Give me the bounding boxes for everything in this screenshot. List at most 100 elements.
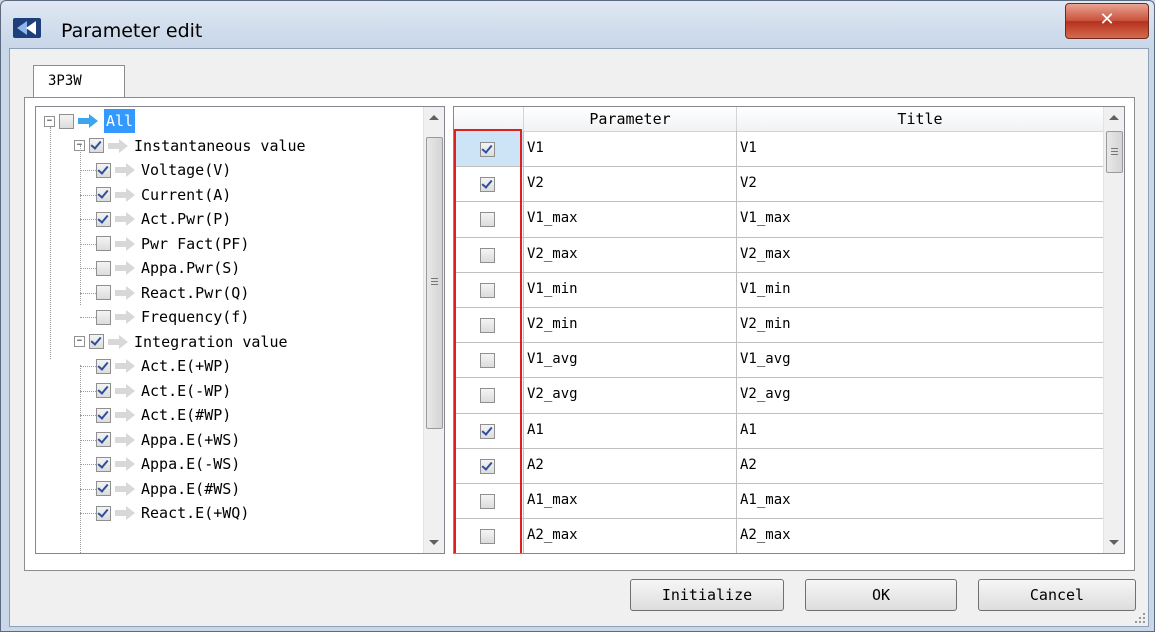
row-checkbox[interactable] <box>480 353 495 369</box>
grid-row[interactable]: A1 A1 <box>454 412 1104 449</box>
title-cell[interactable]: V2_max <box>737 236 1104 272</box>
select-cell[interactable] <box>454 131 524 167</box>
tree-checkbox[interactable] <box>96 285 111 300</box>
select-cell[interactable] <box>454 412 524 448</box>
title-cell[interactable]: A1_max <box>737 483 1104 519</box>
row-checkbox[interactable] <box>480 494 495 509</box>
row-checkbox[interactable] <box>480 212 495 228</box>
title-cell[interactable]: A2 <box>737 447 1104 483</box>
resize-grip-icon[interactable] <box>1134 612 1146 624</box>
row-checkbox[interactable] <box>480 388 495 404</box>
header-parameter[interactable]: Parameter <box>524 107 737 131</box>
tree-node[interactable]: Frequency(f) <box>96 305 249 329</box>
select-cell[interactable] <box>454 518 524 553</box>
row-checkbox[interactable] <box>480 282 495 298</box>
tree-scrollbar[interactable] <box>423 107 444 553</box>
parameter-cell[interactable]: V1 <box>524 131 737 167</box>
tree-node[interactable]: Appa.E(-WS) <box>96 452 240 476</box>
tree-checkbox[interactable] <box>89 334 104 349</box>
tree-node[interactable]: Appa.E(+WS) <box>96 428 240 452</box>
collapse-toggle-icon[interactable]: − <box>74 336 85 347</box>
parameter-cell[interactable]: A1_max <box>524 483 737 519</box>
tree-node[interactable]: React.E(+WQ) <box>96 501 249 525</box>
parameter-cell[interactable]: V2 <box>524 166 737 202</box>
parameter-cell[interactable]: A2_max <box>524 518 737 553</box>
cancel-button[interactable]: Cancel <box>978 579 1136 611</box>
grid-row[interactable]: V2_max V2_max <box>454 236 1104 273</box>
tree-checkbox[interactable] <box>96 358 111 374</box>
parameter-cell[interactable]: A1 <box>524 412 737 448</box>
grid-row[interactable]: V2_min V2_min <box>454 307 1104 344</box>
parameter-cell[interactable]: V1_max <box>524 201 737 237</box>
tree-checkbox[interactable] <box>96 260 111 276</box>
row-checkbox[interactable] <box>480 177 495 193</box>
title-cell[interactable]: A1 <box>737 412 1104 448</box>
parameter-cell[interactable]: A2 <box>524 447 737 483</box>
title-bar[interactable]: Parameter edit ✕ <box>1 1 1154 47</box>
parameter-cell[interactable]: V1_avg <box>524 342 737 378</box>
parameter-cell[interactable]: V2_min <box>524 307 737 343</box>
select-cell[interactable] <box>454 236 524 272</box>
scroll-down-arrow-icon[interactable] <box>429 540 439 545</box>
row-checkbox[interactable] <box>480 247 495 263</box>
tree-checkbox[interactable] <box>96 456 111 472</box>
title-cell[interactable]: V2 <box>737 166 1104 202</box>
tree-checkbox[interactable] <box>96 162 111 178</box>
tree-checkbox[interactable] <box>96 383 111 398</box>
tree-checkbox[interactable] <box>96 309 111 325</box>
title-cell[interactable]: V1_min <box>737 271 1104 307</box>
tree-node[interactable]: Act.Pwr(P) <box>96 207 231 231</box>
tree-checkbox[interactable] <box>96 187 111 202</box>
row-checkbox[interactable] <box>480 318 495 333</box>
tree-checkbox[interactable] <box>96 505 111 521</box>
tree-scroll-thumb[interactable] <box>426 137 443 429</box>
header-title[interactable]: Title <box>737 107 1104 131</box>
grid-row[interactable]: V1_max V1_max <box>454 201 1104 238</box>
select-cell[interactable] <box>454 377 524 413</box>
row-checkbox[interactable] <box>480 458 495 474</box>
scroll-up-arrow-icon[interactable] <box>1109 115 1119 120</box>
title-cell[interactable]: V1_max <box>737 201 1104 237</box>
grid-row[interactable]: V1_min V1_min <box>454 271 1104 308</box>
grid-row[interactable]: V2 V2 <box>454 166 1104 203</box>
tree-checkbox[interactable] <box>96 211 111 227</box>
grid-row[interactable]: V2_avg V2_avg <box>454 377 1104 414</box>
row-checkbox[interactable] <box>480 529 495 545</box>
tree-node[interactable]: Voltage(V) <box>96 158 231 182</box>
tree-node[interactable]: Current(A) <box>96 183 231 207</box>
ok-button[interactable]: OK <box>805 579 957 611</box>
tree-node[interactable]: Pwr Fact(PF) <box>96 232 249 256</box>
title-cell[interactable]: V2_min <box>737 307 1104 343</box>
title-cell[interactable]: V1_avg <box>737 342 1104 378</box>
scroll-down-arrow-icon[interactable] <box>1109 540 1119 545</box>
tree-checkbox[interactable] <box>59 113 74 129</box>
tree-node[interactable]: Appa.Pwr(S) <box>96 256 240 280</box>
tab-3p3w[interactable]: 3P3W <box>33 65 125 98</box>
grid-row[interactable]: A2 A2 <box>454 447 1104 484</box>
grid-row[interactable]: V1_avg V1_avg <box>454 342 1104 379</box>
select-cell[interactable] <box>454 342 524 378</box>
header-select[interactable] <box>454 107 524 131</box>
select-cell[interactable] <box>454 201 524 237</box>
tree-node[interactable]: − All <box>44 109 136 133</box>
grid-row[interactable]: A2_max A2_max <box>454 518 1104 553</box>
grid-scrollbar[interactable] <box>1103 107 1124 553</box>
collapse-toggle-icon[interactable]: − <box>44 115 55 127</box>
select-cell[interactable] <box>454 166 524 202</box>
select-cell[interactable] <box>454 271 524 307</box>
select-cell[interactable] <box>454 307 524 343</box>
scroll-up-arrow-icon[interactable] <box>429 115 439 120</box>
row-checkbox[interactable] <box>480 423 495 439</box>
grid-row[interactable]: V1 V1 <box>454 131 1104 168</box>
parameter-cell[interactable]: V1_min <box>524 271 737 307</box>
tree-node[interactable]: Act.E(-WP) <box>96 379 231 403</box>
title-cell[interactable]: V1 <box>737 131 1104 167</box>
row-checkbox[interactable] <box>480 142 495 157</box>
grid-scroll-thumb[interactable] <box>1106 131 1123 173</box>
close-button[interactable]: ✕ <box>1065 3 1149 39</box>
title-cell[interactable]: A2_max <box>737 518 1104 553</box>
title-cell[interactable]: V2_avg <box>737 377 1104 413</box>
parameter-cell[interactable]: V2_avg <box>524 377 737 413</box>
tree-checkbox[interactable] <box>96 481 111 496</box>
grid-row[interactable]: A1_max A1_max <box>454 483 1104 520</box>
